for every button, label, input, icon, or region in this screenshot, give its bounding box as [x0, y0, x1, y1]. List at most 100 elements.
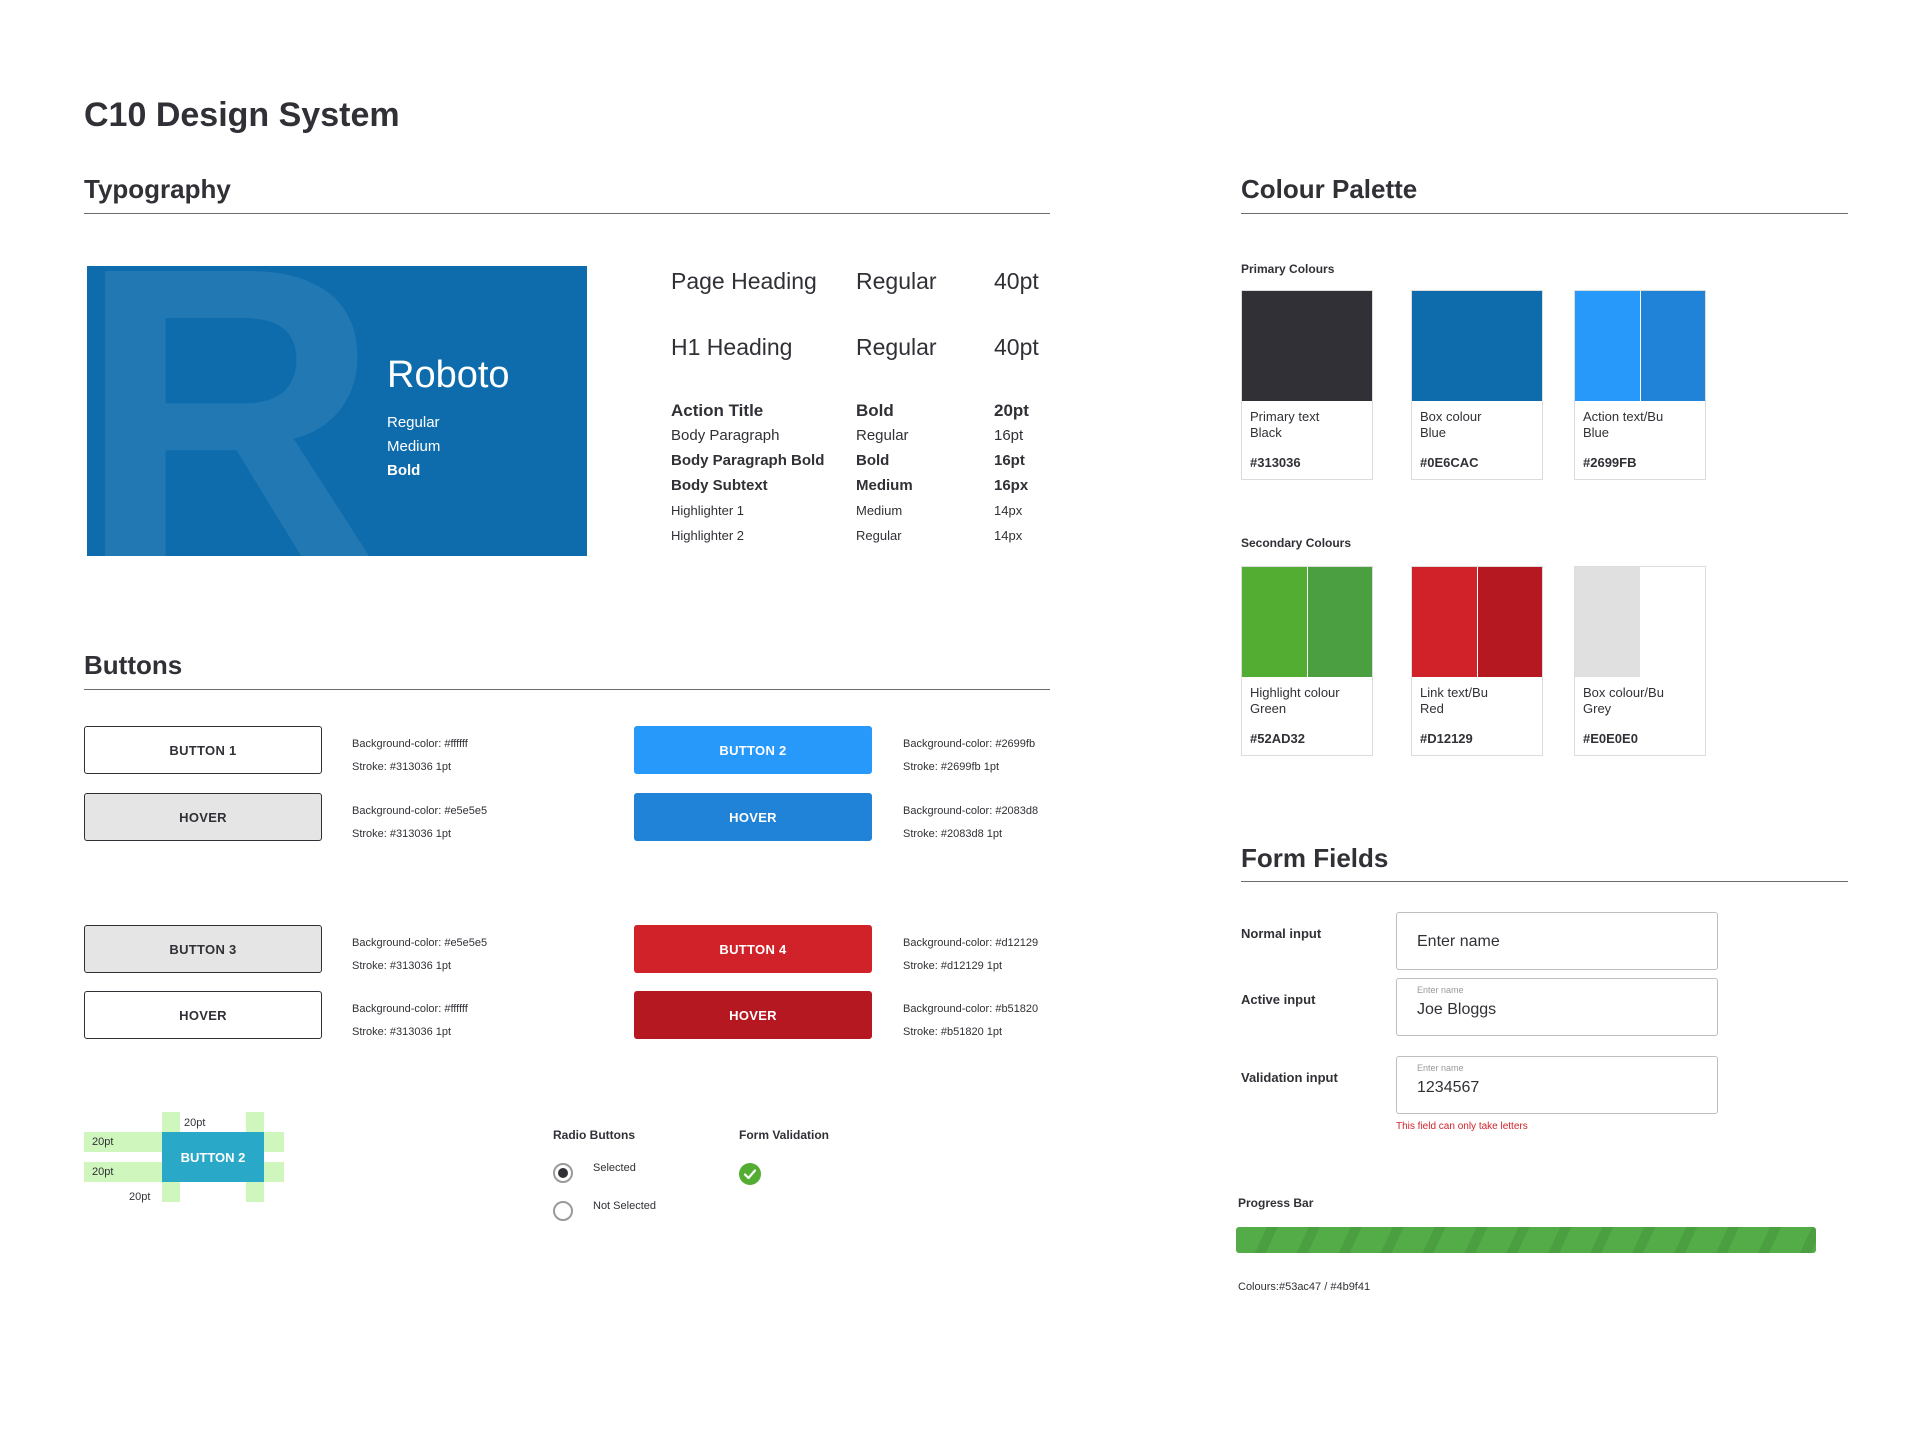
- type-style-size: 16pt: [994, 452, 1025, 469]
- font-weight-medium: Medium: [387, 438, 441, 455]
- swatch-fill: [1412, 567, 1542, 677]
- button-3-hover-bg-spec: Background-color: #ffffff: [352, 1003, 468, 1015]
- swatch-primary-black: Primary text Black #313036: [1241, 290, 1373, 480]
- type-style-weight: Medium: [856, 477, 913, 494]
- button-4-hover-bg-spec: Background-color: #b51820: [903, 1003, 1039, 1015]
- active-input[interactable]: Enter name Joe Bloggs: [1396, 978, 1718, 1036]
- swatch-box-blue: Box colour Blue #0E6CAC: [1411, 290, 1543, 480]
- spacing-label-top: 20pt: [184, 1117, 206, 1129]
- radio-not-selected[interactable]: [553, 1201, 573, 1221]
- radio-buttons-title: Radio Buttons: [553, 1128, 635, 1142]
- swatch-action-blue: Action text/Bu Blue #2699FB: [1574, 290, 1706, 480]
- type-style-weight: Regular: [856, 427, 909, 444]
- spacing-label-right: 20pt: [92, 1166, 114, 1178]
- active-input-value: Joe Bloggs: [1417, 1001, 1497, 1018]
- spacing-label-left: 20pt: [92, 1136, 114, 1148]
- type-style-weight: Bold: [856, 452, 890, 469]
- validation-input[interactable]: Enter name 1234567: [1396, 1056, 1718, 1114]
- form-validation-title: Form Validation: [739, 1128, 830, 1142]
- page-title: C10 Design System: [84, 96, 400, 134]
- font-name: Roboto: [387, 354, 510, 396]
- button-4-hover-stroke-spec: Stroke: #b51820 1pt: [903, 1026, 1003, 1038]
- button-1-hover[interactable]: HOVER: [84, 793, 322, 841]
- button-3-hover[interactable]: HOVER: [84, 991, 322, 1039]
- radio-selected-label: Selected: [593, 1162, 636, 1174]
- button-4-stroke-spec: Stroke: #d12129 1pt: [903, 960, 1003, 972]
- active-input-caption: Enter name: [1417, 985, 1464, 995]
- button-2-stroke-spec: Stroke: #2699fb 1pt: [903, 761, 1000, 773]
- validation-input-caption: Enter name: [1417, 1063, 1464, 1073]
- swatch-name: Link text/Bu Red: [1420, 685, 1488, 716]
- form-fields-rule: [1241, 881, 1848, 882]
- button-1-hover-bg-spec: Background-color: #e5e5e5: [352, 805, 488, 817]
- type-style-weight: Regular: [856, 528, 902, 543]
- validation-error-text: This field can only take letters: [1396, 1121, 1528, 1132]
- type-style-size: 14px: [994, 528, 1023, 543]
- type-style-name: Body Paragraph: [671, 427, 780, 444]
- type-style-weight: Regular: [856, 268, 937, 294]
- primary-colours-label: Primary Colours: [1241, 262, 1335, 276]
- button-1-stroke-spec: Stroke: #313036 1pt: [352, 761, 452, 773]
- swatch-hex: #2699FB: [1583, 455, 1637, 470]
- font-weight-bold: Bold: [387, 462, 421, 479]
- normal-input[interactable]: Enter name: [1396, 912, 1718, 970]
- swatch-fill: [1242, 567, 1372, 677]
- type-style-name: H1 Heading: [671, 334, 793, 360]
- buttons-rule: [84, 689, 1050, 690]
- check-circle-icon: [739, 1163, 761, 1185]
- button-2-bg-spec: Background-color: #2699fb: [903, 738, 1036, 750]
- swatch-fill: [1412, 291, 1542, 401]
- button-2-hover-stroke-spec: Stroke: #2083d8 1pt: [903, 828, 1003, 840]
- progress-bar: [1236, 1227, 1816, 1253]
- form-fields-title: Form Fields: [1241, 843, 1389, 873]
- swatch-fill: [1575, 291, 1705, 401]
- progress-bar-label: Progress Bar: [1238, 1196, 1314, 1210]
- font-sample-box: R Roboto Regular Medium Bold: [87, 266, 587, 556]
- buttons-title: Buttons: [84, 650, 183, 680]
- button-2-hover-bg-spec: Background-color: #2083d8: [903, 805, 1039, 817]
- button-2[interactable]: BUTTON 2: [634, 726, 872, 774]
- palette-rule: [1241, 213, 1848, 214]
- swatch-name: Box colour/Bu Grey: [1583, 685, 1664, 716]
- type-style-name: Body Subtext: [671, 477, 768, 494]
- button-2-hover[interactable]: HOVER: [634, 793, 872, 841]
- progress-bar-colours: Colours:#53ac47 / #4b9f41: [1238, 1281, 1371, 1293]
- swatch-hex: #0E6CAC: [1420, 455, 1479, 470]
- button-3[interactable]: BUTTON 3: [84, 925, 322, 973]
- normal-input-label: Normal input: [1241, 926, 1322, 941]
- button-3-hover-stroke-spec: Stroke: #313036 1pt: [352, 1026, 452, 1038]
- secondary-colours-label: Secondary Colours: [1241, 536, 1352, 550]
- radio-dot: [558, 1168, 568, 1178]
- swatch-hex: #D12129: [1420, 731, 1473, 746]
- type-style-size: 40pt: [994, 334, 1039, 360]
- active-input-label: Active input: [1241, 992, 1316, 1007]
- typography-title: Typography: [84, 174, 231, 204]
- swatch-fill: [1575, 567, 1705, 677]
- swatch-highlight-green: Highlight colour Green #52AD32: [1241, 566, 1373, 756]
- type-style-weight: Medium: [856, 503, 903, 518]
- font-glyph: R: [87, 266, 381, 556]
- button-4-hover[interactable]: HOVER: [634, 991, 872, 1039]
- type-style-weight: Regular: [856, 334, 937, 360]
- swatch-hex: #52AD32: [1250, 731, 1305, 746]
- type-style-name: Highlighter 2: [671, 528, 744, 543]
- swatch-name: Action text/Bu Blue: [1583, 409, 1664, 440]
- normal-input-placeholder: Enter name: [1417, 933, 1500, 950]
- button-4[interactable]: BUTTON 4: [634, 925, 872, 973]
- type-style-name: Body Paragraph Bold: [671, 452, 825, 469]
- button-1-bg-spec: Background-color: #ffffff: [352, 738, 468, 750]
- radio-selected[interactable]: [553, 1163, 573, 1183]
- button-3-stroke-spec: Stroke: #313036 1pt: [352, 960, 452, 972]
- button-3-bg-spec: Background-color: #e5e5e5: [352, 937, 488, 949]
- swatch-link-red: Link text/Bu Red #D12129: [1411, 566, 1543, 756]
- validation-input-label: Validation input: [1241, 1070, 1338, 1085]
- swatch-fill: [1242, 291, 1372, 401]
- button-4-bg-spec: Background-color: #d12129: [903, 937, 1039, 949]
- swatch-hex: #E0E0E0: [1583, 731, 1638, 746]
- palette-title: Colour Palette: [1241, 174, 1418, 204]
- type-style-weight: Bold: [856, 401, 894, 420]
- type-style-size: 20pt: [994, 401, 1029, 420]
- type-style-name: Action Title: [671, 401, 764, 420]
- button-1[interactable]: BUTTON 1: [84, 726, 322, 774]
- swatch-name: Highlight colour Green: [1250, 685, 1340, 716]
